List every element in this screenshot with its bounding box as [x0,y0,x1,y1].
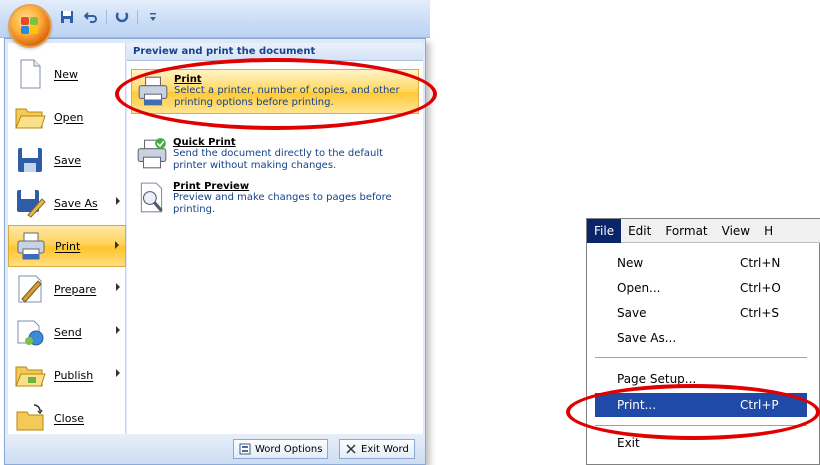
menu-item-close[interactable]: Close [8,397,126,439]
menu-item-label: Publish [54,368,94,382]
menu-item-save-as[interactable]: Save As [8,182,126,224]
submenu-item-quick-print[interactable]: Quick Print Send the document directly t… [131,133,419,176]
menu-file[interactable]: File [587,218,622,243]
classic-menu-item-save-as[interactable]: Save As... [595,326,807,350]
customize-icon[interactable] [144,8,162,26]
menu-help[interactable]: H [757,219,780,243]
publish-icon [14,359,46,391]
title-bar [0,0,430,38]
submenu-item-description: Send the document directly to the defaul… [173,148,384,171]
exit-word-button[interactable]: Exit Word [339,439,415,459]
undo-icon[interactable] [82,8,100,26]
office-logo-icon [21,17,39,35]
toolbar-separator [106,10,107,24]
menu-item-label: Open... [617,281,661,295]
menu-item-send[interactable]: Send [8,311,126,353]
menu-separator [595,357,807,358]
menu-view[interactable]: View [715,219,757,243]
redo-icon[interactable] [113,8,131,26]
submenu-arrow-icon [116,326,120,334]
submenu-arrow-icon [116,369,120,377]
menu-item-shortcut: Ctrl+S [740,306,780,320]
menu-item-label: Close [54,411,84,425]
submenu-arrow-icon [116,283,120,291]
menu-item-label: Save [54,153,82,167]
office-button[interactable] [10,6,50,46]
submenu-item-title: Print Preview [173,181,250,192]
menu-item-prepare[interactable]: Prepare [8,268,126,310]
toolbar-separator [137,10,138,24]
menu-item-save[interactable]: Save [8,139,126,181]
menu-item-label: New [54,67,78,81]
classic-menu-item-save[interactable]: Save Ctrl+S [595,301,807,325]
menu-item-print[interactable]: Print [8,225,126,267]
save-icon[interactable] [58,8,76,26]
classic-menu-item-open[interactable]: Open... Ctrl+O [595,276,807,300]
submenu-item-description: Preview and make changes to pages before… [173,192,392,215]
menu-item-label: Print [55,239,81,253]
menu-item-label: Save As [54,196,98,210]
close-folder-icon [14,402,46,434]
application-menu-footer: Word Options Exit Word [5,434,425,464]
highlight-ellipse-office-print [115,58,437,130]
menu-item-new[interactable]: New [8,53,126,95]
menu-edit[interactable]: Edit [621,219,658,243]
quick-print-icon [135,137,169,171]
new-document-icon [14,58,46,90]
submenu-item-title: Quick Print [173,137,236,148]
prepare-icon [14,273,46,305]
menu-item-label: Exit [617,436,640,450]
quick-access-toolbar [58,6,162,28]
word-options-button[interactable]: Word Options [233,439,329,459]
printer-icon [15,230,47,262]
close-icon [346,444,356,454]
menu-bar: File Edit Format View H [587,218,820,243]
menu-item-shortcut: Ctrl+N [740,256,781,270]
menu-item-label: Save [617,306,647,320]
save-as-icon [14,187,46,219]
classic-menu-item-new[interactable]: New Ctrl+N [595,251,807,275]
menu-item-label: New [617,256,644,270]
menu-item-open[interactable]: Open [8,96,126,138]
menu-item-label: Open [54,110,84,124]
menu-item-publish[interactable]: Publish [8,354,126,396]
exit-word-label: Exit Word [361,443,409,455]
save-icon [14,144,46,176]
menu-item-shortcut: Ctrl+O [740,281,781,295]
open-folder-icon [14,101,46,133]
submenu-arrow-icon [115,241,119,249]
options-icon [239,443,251,455]
menu-item-label: Save As... [617,331,677,345]
application-menu-commands: New Open Save Save As Print Prepare Send… [8,43,126,435]
menu-item-label: Send [54,325,82,339]
word-options-label: Word Options [255,443,323,455]
submenu-item-print-preview[interactable]: Print Preview Preview and make changes t… [131,177,419,220]
send-icon [14,316,46,348]
print-preview-icon [135,181,169,215]
menu-item-label: Prepare [54,282,97,296]
highlight-ellipse-classic-print [566,384,820,440]
submenu-arrow-icon [116,197,120,205]
menu-format[interactable]: Format [658,219,714,243]
